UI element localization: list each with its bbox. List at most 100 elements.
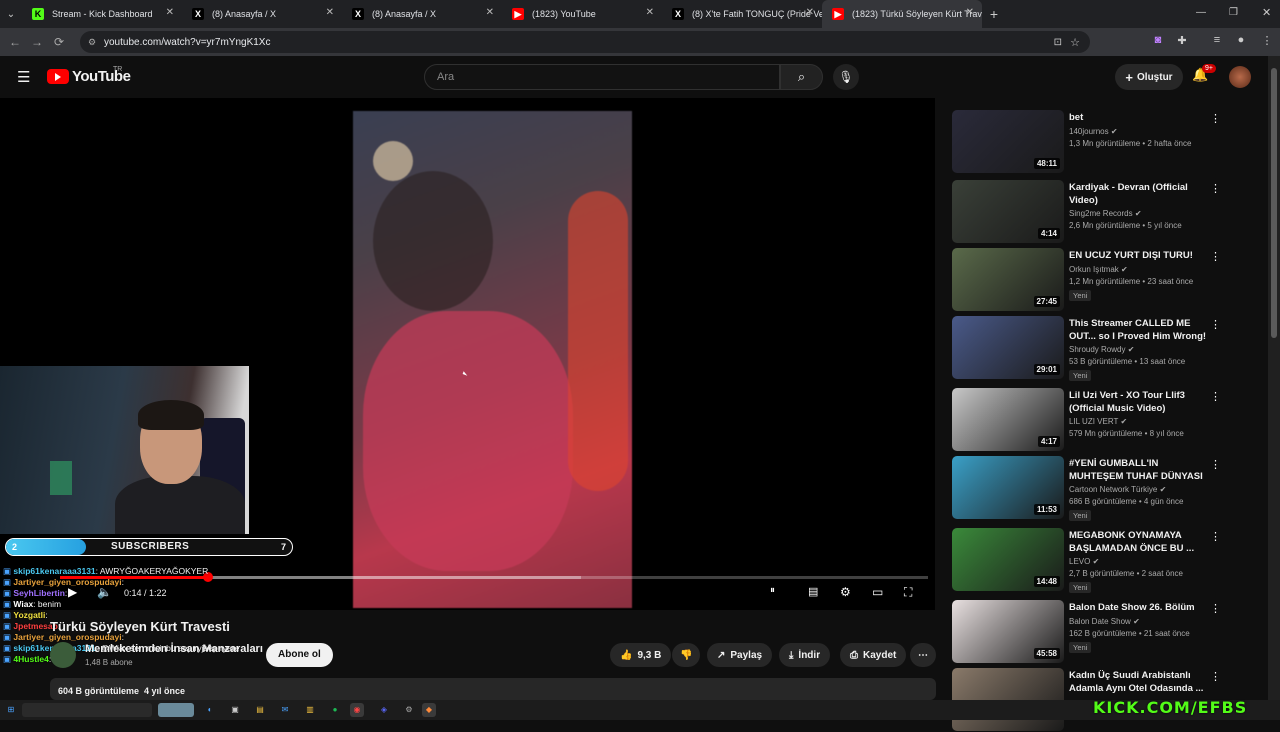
video-thumbnail[interactable]: 29:01 [952, 316, 1064, 379]
browser-tab[interactable]: X (8) Anasayfa / X ✕ [182, 0, 342, 28]
search-button[interactable]: ⌕ [780, 64, 823, 90]
recommended-video[interactable]: 48:11 bet 140journos ✔ 1,3 Mn görüntüleme •… [952, 110, 1268, 174]
recommended-title[interactable]: MEGABONK OYNAMAYA BAŞLAMADAN ÖNCE BU ... [1069, 529, 1209, 555]
recommended-video[interactable]: 45:58 Balon Date Show 26. Bölüm Balon Date… [952, 600, 1268, 664]
site-info-icon[interactable]: ⚙ [88, 37, 96, 48]
subscribe-button[interactable]: Abone ol [266, 643, 333, 667]
scrollbar-thumb[interactable] [1271, 68, 1277, 338]
recommended-video[interactable]: 14:48 MEGABONK OYNAMAYA BAŞLAMADAN ÖNCE B… [952, 528, 1268, 593]
hamburger-menu-icon[interactable]: ☰ [17, 68, 30, 86]
recommended-channel[interactable]: LIL UZI VERT ✔ [1069, 417, 1127, 426]
more-options-icon[interactable]: ⋮ [1210, 182, 1221, 195]
dislike-button[interactable]: 👎 [672, 643, 701, 667]
extensions-puzzle-icon[interactable]: ✚ [1174, 34, 1190, 50]
more-options-icon[interactable]: ⋮ [1210, 390, 1221, 403]
recommended-video[interactable]: 29:01 This Streamer CALLED ME OUT... so I… [952, 316, 1268, 381]
new-tab-button[interactable]: + [982, 6, 1006, 22]
channel-avatar[interactable] [50, 642, 76, 668]
settings-gear-icon[interactable]: ⚙ [840, 585, 851, 599]
share-button[interactable]: ↗ Paylaş [707, 643, 773, 667]
profile-icon[interactable]: ● [1233, 34, 1249, 50]
video-frame[interactable] [353, 111, 632, 608]
recommended-title[interactable]: Lil Uzi Vert - XO Tour Llif3 (Official M… [1069, 389, 1209, 415]
video-thumbnail[interactable]: 4:14 [952, 180, 1064, 243]
recommended-channel[interactable]: Shroudy Rowdy ✔ [1069, 345, 1134, 354]
video-thumbnail[interactable]: 48:11 [952, 110, 1064, 173]
tab-close-icon[interactable]: ✕ [486, 7, 494, 18]
recommended-title[interactable]: Balon Date Show 26. Bölüm [1069, 601, 1209, 614]
address-bar[interactable]: ⚙ youtube.com/watch?v=yr7mYngK1Xc ⊡ ☆ [80, 31, 1090, 53]
reading-list-icon[interactable]: ≡ [1209, 34, 1225, 50]
video-thumbnail[interactable]: 45:58 [952, 600, 1064, 663]
page-scrollbar[interactable] [1268, 56, 1280, 704]
voice-search-button[interactable]: 🎙 [833, 64, 859, 90]
more-options-icon[interactable]: ⋮ [1210, 602, 1221, 615]
settings-icon[interactable]: ⚙ [402, 703, 416, 717]
extension-icon[interactable]: ◙ [1150, 34, 1166, 50]
spotify-icon[interactable]: ● [328, 703, 342, 717]
recommended-channel[interactable]: Balon Date Show ✔ [1069, 617, 1140, 626]
more-options-icon[interactable]: ⋮ [1210, 112, 1221, 125]
back-button[interactable]: ← [4, 35, 26, 49]
download-button[interactable]: ⤓ İndir [779, 643, 831, 667]
save-button[interactable]: ⎙ Kaydet [840, 643, 907, 667]
recommended-title[interactable]: EN UCUZ YURT DIŞI TURU! [1069, 249, 1209, 262]
search-input[interactable]: Ara [424, 64, 780, 90]
folder-icon[interactable]: ▥ [303, 703, 317, 717]
browser-tab[interactable]: ▶ (1823) Türkü Söyleyen Kürt Trave... ✕ [822, 0, 982, 28]
recommended-title[interactable]: #YENİ GUMBALL'IN MUHTEŞEM TUHAF DÜNYASI … [1069, 457, 1209, 483]
tab-close-icon[interactable]: ✕ [326, 7, 334, 18]
like-button[interactable]: 👍 9,3 B [610, 643, 672, 667]
edge-icon[interactable]: ◐ [203, 703, 217, 717]
more-options-icon[interactable]: ⋮ [1210, 458, 1221, 471]
subtitles-icon[interactable]: ▤ [808, 585, 818, 598]
restore-button[interactable]: ❐ [1229, 7, 1238, 18]
tab-close-icon[interactable]: ✕ [966, 7, 974, 18]
recommended-title[interactable]: This Streamer CALLED ME OUT... so I Prov… [1069, 317, 1209, 343]
browser-menu-icon[interactable]: ⋮ [1259, 34, 1275, 50]
video-thumbnail[interactable]: 27:45 [952, 248, 1064, 311]
tab-search-button[interactable]: ⌄ [0, 9, 22, 20]
recommended-video[interactable]: 27:45 EN UCUZ YURT DIŞI TURU! Orkun Işıtma… [952, 248, 1268, 312]
theater-mode-icon[interactable]: ▭ [872, 585, 883, 599]
account-avatar[interactable] [1229, 66, 1251, 88]
fullscreen-icon[interactable]: ⛶ [904, 585, 912, 600]
terminal-icon[interactable]: ▣ [228, 703, 242, 717]
outlook-icon[interactable]: ✉ [278, 703, 292, 717]
more-options-icon[interactable]: ⋮ [1210, 250, 1221, 263]
more-actions-button[interactable]: ⋯ [910, 643, 936, 667]
tab-close-icon[interactable]: ✕ [646, 7, 654, 18]
recommended-channel[interactable]: 140journos ✔ [1069, 127, 1118, 136]
browser-tab[interactable]: K Stream - Kick Dashboard ✕ [22, 0, 182, 28]
taskbar-search-field[interactable] [22, 703, 152, 717]
recommended-video[interactable]: 4:17 Lil Uzi Vert - XO Tour Llif3 (Offici… [952, 388, 1268, 452]
tab-close-icon[interactable]: ✕ [806, 7, 814, 18]
youtube-logo[interactable]: YouTube TR [47, 66, 131, 85]
more-options-icon[interactable]: ⋮ [1210, 530, 1221, 543]
browser-tab[interactable]: X (8) X'te Fatih TONGUÇ (Pride Ve... ✕ [662, 0, 822, 28]
tab-close-icon[interactable]: ✕ [166, 7, 174, 18]
create-button[interactable]: + Oluştur [1115, 64, 1183, 90]
recommended-channel[interactable]: Sing2me Records ✔ [1069, 209, 1142, 218]
start-menu-icon[interactable]: ⊞ [4, 703, 18, 717]
more-options-icon[interactable]: ⋮ [1210, 670, 1221, 683]
autoplay-toggle[interactable]: ⏸ [770, 585, 775, 596]
obs-icon[interactable]: ◆ [422, 703, 436, 717]
reload-button[interactable]: ⟳ [48, 35, 70, 49]
chrome-icon[interactable]: ◉ [350, 703, 364, 717]
close-window-button[interactable]: ✕ [1262, 6, 1271, 19]
recommended-channel[interactable]: Orkun Işıtmak ✔ [1069, 265, 1128, 274]
recommended-title[interactable]: Kadın Üç Suudi Arabistanlı Adamla Aynı O… [1069, 669, 1209, 695]
channel-name[interactable]: Memleketimden İnsan Manzaraları [85, 643, 263, 655]
recommended-title[interactable]: bet [1069, 111, 1209, 124]
recommended-video[interactable]: 4:14 Kardiyak - Devran (Official Video) Si… [952, 180, 1268, 244]
video-thumbnail[interactable]: 14:48 [952, 528, 1064, 591]
more-options-icon[interactable]: ⋮ [1210, 318, 1221, 331]
discord-icon[interactable]: ◈ [377, 703, 391, 717]
browser-tab[interactable]: ▶ (1823) YouTube ✕ [502, 0, 662, 28]
video-thumbnail[interactable]: 4:17 [952, 388, 1064, 451]
browser-tab[interactable]: X (8) Anasayfa / X ✕ [342, 0, 502, 28]
video-thumbnail[interactable]: 11:53 [952, 456, 1064, 519]
install-icon[interactable]: ⊡ [1054, 37, 1062, 48]
forward-button[interactable]: → [26, 35, 48, 49]
